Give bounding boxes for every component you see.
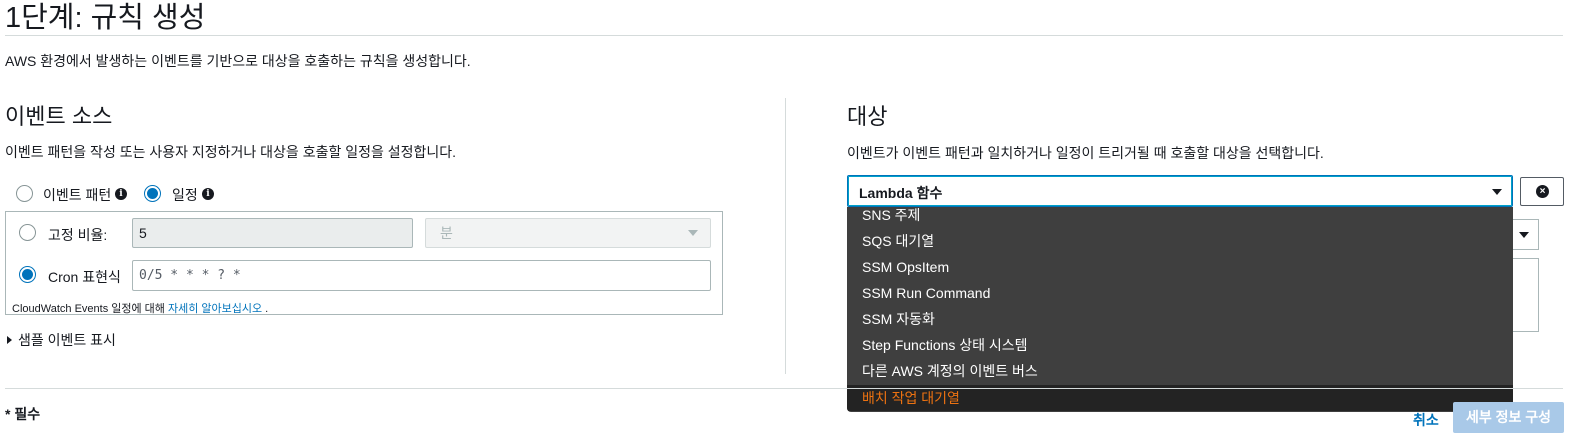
cron-radio[interactable] (19, 266, 36, 283)
event-source-title: 이벤트 소스 (5, 104, 113, 129)
page-description: AWS 환경에서 발생하는 이벤트를 기반으로 대상을 호출하는 규칙을 생성합… (5, 53, 471, 69)
target-type-dropdown: SNS 주제 SQS 대기열 SSM OpsItem SSM Run Comma… (847, 207, 1513, 412)
info-icon[interactable]: i (202, 188, 214, 200)
configure-details-button[interactable]: 세부 정보 구성 (1453, 402, 1564, 433)
dropdown-option[interactable]: SSM 자동화 (847, 306, 1513, 332)
schedule-radio[interactable] (144, 185, 161, 202)
column-divider (785, 98, 786, 374)
chevron-down-icon (1492, 189, 1502, 195)
targets-title: 대상 (847, 104, 888, 129)
fixed-rate-unit-select[interactable]: 분 (425, 218, 711, 248)
info-icon[interactable]: i (115, 188, 127, 200)
title-divider (5, 35, 1563, 36)
dropdown-option[interactable]: 다른 AWS 계정의 이벤트 버스 (847, 358, 1513, 384)
schedule-help-note: CloudWatch Events 일정에 대해 자세히 알아보십시오 . (12, 300, 268, 316)
event-pattern-radio[interactable] (16, 185, 33, 202)
targets-description: 이벤트가 이벤트 패턴과 일치하거나 일정이 트리거될 때 호출할 대상을 선택… (847, 145, 1324, 161)
sample-events-label: 샘플 이벤트 표시 (18, 332, 116, 348)
caret-right-icon (7, 336, 12, 344)
fixed-rate-label: 고정 비율: (48, 227, 108, 243)
target-function-select[interactable] (1513, 219, 1539, 250)
schedule-help-text: CloudWatch Events 일정에 대해 (12, 303, 165, 315)
target-type-select[interactable]: Lambda 함수 (847, 175, 1513, 207)
dropdown-option[interactable]: Step Functions 상태 시스템 (847, 332, 1513, 358)
cron-expression-input[interactable]: 0/5 * * * ? * (132, 260, 711, 291)
event-pattern-label[interactable]: 이벤트 패턴 (43, 185, 111, 205)
cancel-button[interactable]: 취소 (1413, 410, 1439, 430)
target-config-panel (1513, 258, 1539, 332)
learn-more-link[interactable]: 자세히 알아보십시오 (168, 303, 262, 315)
fixed-rate-value: 5 (139, 225, 147, 241)
fixed-rate-radio[interactable] (19, 224, 36, 241)
sample-events-toggle[interactable]: 샘플 이벤트 표시 (7, 330, 116, 350)
dropdown-option[interactable]: SSM Run Command (847, 280, 1513, 306)
dropdown-option[interactable]: SSM OpsItem (847, 254, 1513, 280)
required-note: * 필수 (5, 406, 41, 422)
cron-expression-value: 0/5 * * * ? * (139, 268, 241, 283)
fixed-rate-unit-placeholder: 분 (440, 225, 453, 241)
cron-label: Cron 표현식 (48, 269, 121, 285)
dropdown-option[interactable]: SQS 대기열 (847, 228, 1513, 254)
fixed-rate-value-input[interactable]: 5 (132, 218, 413, 248)
event-source-description: 이벤트 패턴을 작성 또는 사용자 지정하거나 대상을 호출할 일정을 설정합니… (5, 144, 457, 160)
target-type-value: Lambda 함수 (859, 185, 943, 201)
remove-target-button[interactable]: × (1520, 177, 1564, 206)
dropdown-option[interactable]: SNS 주제 (847, 207, 1513, 228)
chevron-down-icon (1519, 232, 1529, 238)
close-circle-icon: × (1536, 185, 1549, 198)
page-title: 1단계: 규칙 생성 (5, 2, 206, 34)
chevron-down-icon (688, 230, 698, 236)
schedule-label[interactable]: 일정 (172, 185, 198, 205)
footer-divider (5, 388, 1563, 389)
schedule-help-suffix: . (265, 303, 269, 315)
